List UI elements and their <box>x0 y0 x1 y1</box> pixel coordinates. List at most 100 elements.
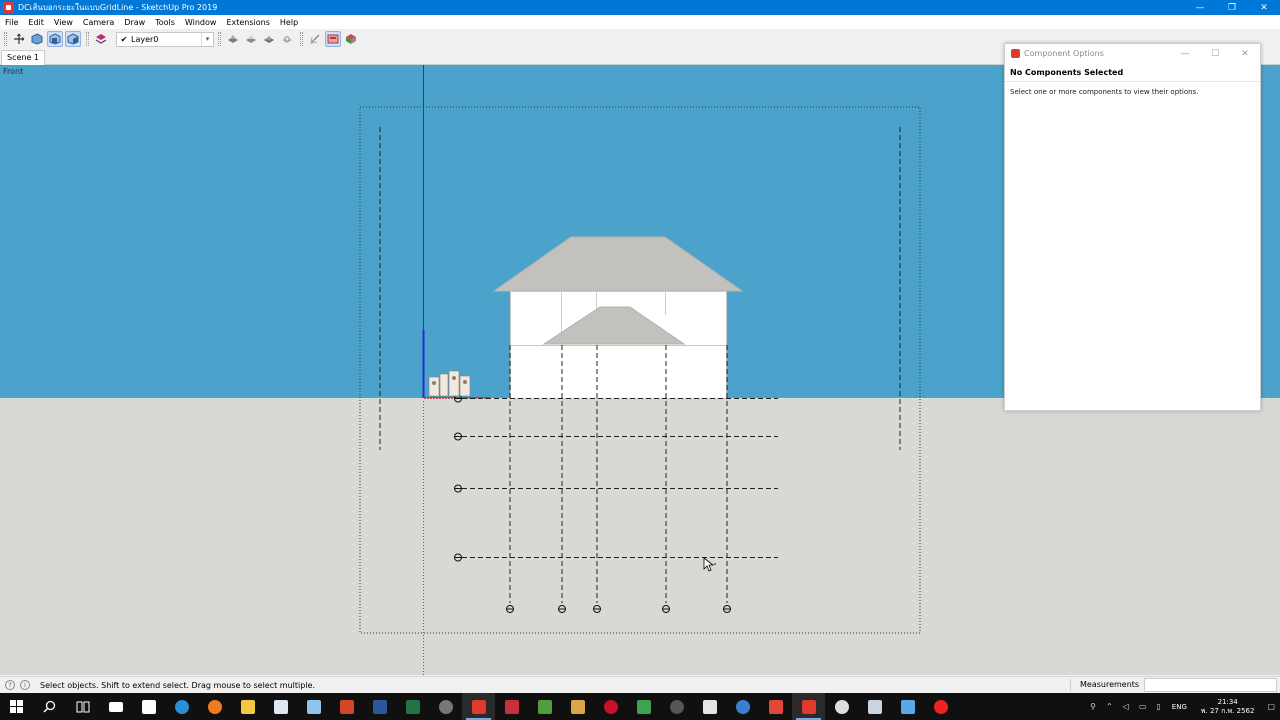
info-icon[interactable]: i <box>20 680 30 690</box>
store-icon[interactable] <box>132 693 165 720</box>
front-view-icon[interactable] <box>47 31 63 47</box>
menu-edit[interactable]: Edit <box>23 18 49 27</box>
edge-browser-icon[interactable] <box>165 693 198 720</box>
component-cluster <box>428 370 471 397</box>
menu-bar: File Edit View Camera Draw Tools Window … <box>0 15 1280 29</box>
panel-title: Component Options <box>1024 49 1104 58</box>
volume-icon[interactable]: ◁ <box>1123 702 1129 711</box>
fog-icon[interactable] <box>243 31 259 47</box>
snipping-tool-icon[interactable] <box>297 693 330 720</box>
select-tool-icon[interactable] <box>307 31 323 47</box>
measurements-field[interactable] <box>1144 678 1277 692</box>
right-view-icon[interactable] <box>65 31 81 47</box>
component-options-panel: Component Options — ☐ ✕ No Components Se… <box>1004 43 1261 411</box>
clock-time: 21:34 <box>1217 697 1238 706</box>
menu-draw[interactable]: Draw <box>119 18 150 27</box>
media-app-icon[interactable] <box>594 693 627 720</box>
layer-manager-icon[interactable] <box>93 31 109 47</box>
network-icon[interactable]: ▭ <box>1139 702 1147 711</box>
excel-icon[interactable] <box>396 693 429 720</box>
menu-extensions[interactable]: Extensions <box>221 18 274 27</box>
search-icon[interactable] <box>33 693 66 720</box>
sketchup-taskbar-icon[interactable] <box>462 693 495 720</box>
language-indicator[interactable]: ENG <box>1172 703 1187 711</box>
task-view-icon[interactable] <box>66 693 99 720</box>
menu-window[interactable]: Window <box>180 18 222 27</box>
menu-help[interactable]: Help <box>275 18 303 27</box>
minimize-button[interactable]: — <box>1184 0 1216 15</box>
panel-close-button[interactable]: ✕ <box>1230 44 1260 63</box>
notification-icon[interactable]: ▢ <box>1267 702 1275 711</box>
settings-app-icon[interactable] <box>561 693 594 720</box>
start-button[interactable] <box>0 693 33 720</box>
green-app-icon[interactable] <box>627 693 660 720</box>
layout-icon[interactable] <box>495 693 528 720</box>
iso-view-icon[interactable] <box>29 31 45 47</box>
clock[interactable]: 21:34 พ. 27 ก.พ. 2562 <box>1201 698 1255 716</box>
firefox-icon[interactable] <box>198 693 231 720</box>
file-explorer-icon[interactable] <box>231 693 264 720</box>
grid-markers <box>454 394 731 613</box>
title-bar: DCเส้นบอกระยะในแบบGridLine - SketchUp Pr… <box>0 0 1280 15</box>
toolbar-grip[interactable] <box>218 32 221 46</box>
layer-name: Layer0 <box>131 34 159 44</box>
toolbar-grip[interactable] <box>4 32 7 46</box>
house-roof <box>492 236 744 292</box>
windows-logo-icon <box>10 700 23 713</box>
cursor-dot <box>714 563 716 565</box>
taskbar: ⚲ ⌃ ◁ ▭ ▯ ENG 21:34 พ. 27 ก.พ. 2562 ▢ <box>0 693 1280 720</box>
panel-heading: No Components Selected <box>1005 63 1260 82</box>
toolbar-grip[interactable] <box>300 32 303 46</box>
remote-app-icon[interactable] <box>891 693 924 720</box>
sketchup-active-icon[interactable] <box>792 693 825 720</box>
close-button[interactable]: ✕ <box>1248 0 1280 15</box>
app-icon[interactable] <box>429 693 462 720</box>
geo-location-icon[interactable]: ? <box>5 680 15 690</box>
clock-app-icon[interactable] <box>825 693 858 720</box>
word-icon[interactable] <box>363 693 396 720</box>
sketchup-app-icon[interactable] <box>759 693 792 720</box>
menu-camera[interactable]: Camera <box>78 18 119 27</box>
sketchup-icon <box>3 2 14 13</box>
calculator-icon[interactable] <box>693 693 726 720</box>
shadows-icon[interactable] <box>225 31 241 47</box>
opera-icon[interactable] <box>924 693 957 720</box>
component-attributes-icon[interactable] <box>343 31 359 47</box>
orbit-tool-icon[interactable] <box>11 31 27 47</box>
hidden-geometry-icon[interactable] <box>279 31 295 47</box>
panel-minimize-button[interactable]: — <box>1170 44 1200 63</box>
menu-file[interactable]: File <box>0 18 23 27</box>
globe-app-icon[interactable] <box>726 693 759 720</box>
layer-check-icon: ✔ <box>120 34 128 44</box>
status-bar: ? i Select objects. Shift to extend sele… <box>0 676 1280 693</box>
panel-maximize-button[interactable]: ☐ <box>1200 44 1230 63</box>
chevron-down-icon[interactable]: ▾ <box>201 32 213 46</box>
layer-dropdown[interactable]: ✔ Layer0 ▾ <box>116 31 214 47</box>
people-icon[interactable]: ⚲ <box>1090 702 1096 711</box>
sketchup-icon <box>1011 49 1020 58</box>
sandbox-icon[interactable] <box>261 31 277 47</box>
measurements-label: Measurements <box>1080 680 1140 689</box>
system-tray: ⚲ ⌃ ◁ ▭ ▯ ENG 21:34 พ. 27 ก.พ. 2562 ▢ <box>1085 693 1280 720</box>
horizontal-grid-lines <box>462 398 778 558</box>
notepad-icon[interactable] <box>264 693 297 720</box>
maximize-button[interactable]: ❐ <box>1216 0 1248 15</box>
panel-title-bar[interactable]: Component Options — ☐ ✕ <box>1005 44 1260 63</box>
battery-icon[interactable]: ▯ <box>1156 702 1160 711</box>
toolbar-grip[interactable] <box>86 32 89 46</box>
scene-tab[interactable]: Scene 1 <box>1 50 46 65</box>
menu-view[interactable]: View <box>49 18 78 27</box>
component-options-icon[interactable] <box>325 31 341 47</box>
status-separator <box>1070 679 1071 691</box>
chevron-up-icon[interactable]: ⌃ <box>1106 702 1113 711</box>
powerpoint-icon[interactable] <box>330 693 363 720</box>
clock-date: พ. 27 ก.พ. 2562 <box>1200 706 1255 715</box>
maps-icon[interactable] <box>528 693 561 720</box>
mouse-cursor <box>703 557 715 572</box>
status-message: Select objects. Shift to extend select. … <box>40 680 316 690</box>
menu-tools[interactable]: Tools <box>150 18 180 27</box>
window-title: DCเส้นบอกระยะในแบบGridLine - SketchUp Pr… <box>18 3 218 12</box>
obs-icon[interactable] <box>660 693 693 720</box>
printer-app-icon[interactable] <box>858 693 891 720</box>
mail-icon[interactable] <box>99 693 132 720</box>
